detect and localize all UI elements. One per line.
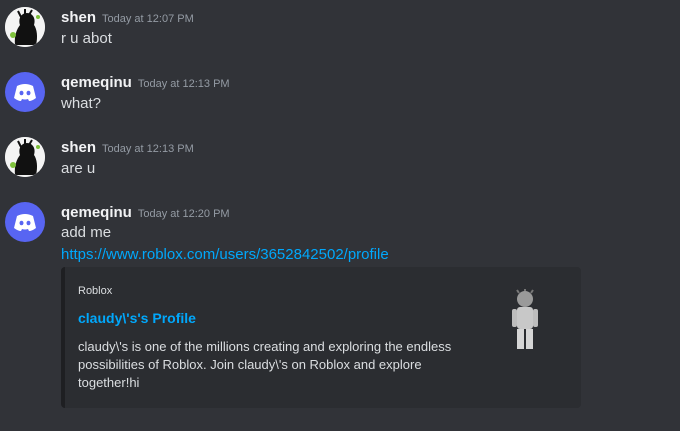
message-text: what? xyxy=(61,95,102,112)
embed-title[interactable]: claudy\'s's Profile xyxy=(78,310,196,326)
embed-description: claudy\'s is one of the millions creatin… xyxy=(78,339,452,390)
username[interactable]: qemeqinu xyxy=(61,74,132,91)
user-avatar[interactable] xyxy=(5,7,45,47)
message: qemeqinu Today at 12:13 PM what? xyxy=(0,65,680,125)
message: shen Today at 12:13 PM are u xyxy=(0,130,680,190)
profile-link[interactable]: https://www.roblox.com/users/3652842502/… xyxy=(61,246,389,263)
message-text: are u xyxy=(61,160,96,177)
message: shen Today at 12:07 PM r u abot xyxy=(0,0,680,60)
link-embed: Roblox claudy\'s's Profile claudy\'s is … xyxy=(61,267,581,408)
roblox-avatar-thumbnail[interactable] xyxy=(505,289,545,353)
username[interactable]: shen xyxy=(61,139,96,156)
timestamp: Today at 12:20 PM xyxy=(137,208,230,220)
message-text: add me xyxy=(61,224,112,241)
username[interactable]: qemeqinu xyxy=(61,204,132,221)
message-text: r u abot xyxy=(61,30,112,47)
discord-icon xyxy=(14,84,36,101)
timestamp: Today at 12:07 PM xyxy=(102,13,194,25)
user-avatar[interactable] xyxy=(5,137,45,177)
timestamp: Today at 12:13 PM xyxy=(137,78,230,90)
username[interactable]: shen xyxy=(61,9,96,26)
user-avatar[interactable] xyxy=(5,72,45,112)
embed-provider[interactable]: Roblox xyxy=(78,285,112,297)
discord-icon xyxy=(14,214,36,231)
timestamp: Today at 12:13 PM xyxy=(102,143,194,155)
user-avatar[interactable] xyxy=(5,202,45,242)
